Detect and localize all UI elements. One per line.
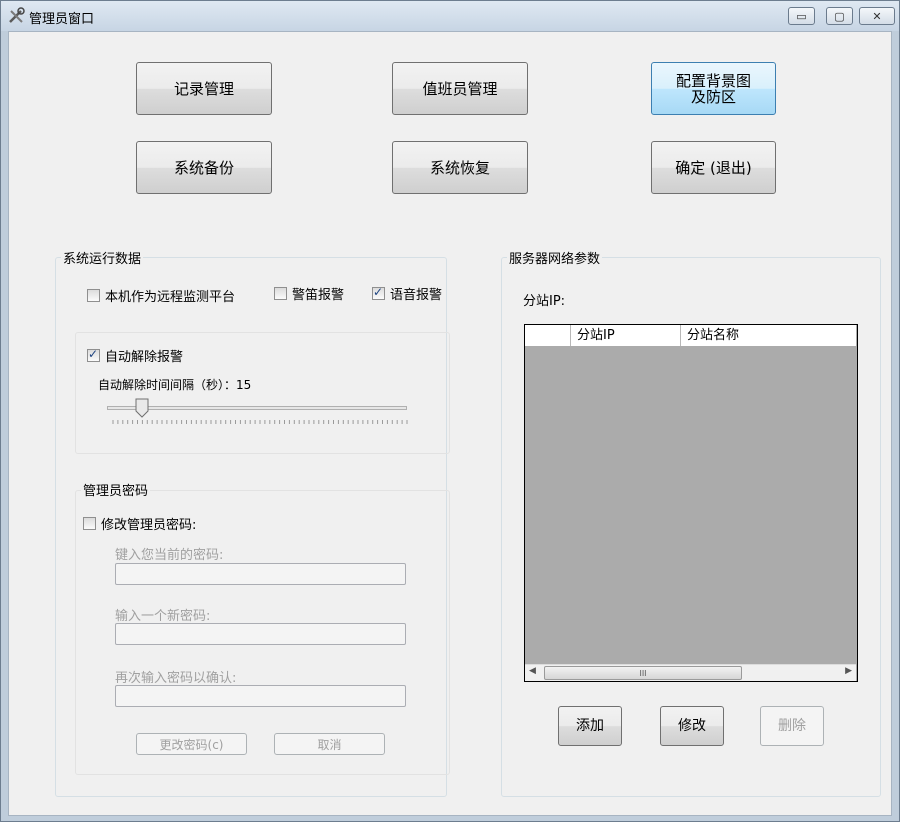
auto-clear-checkbox[interactable]: ✓ 自动解除报警 [87, 346, 183, 365]
delete-button[interactable]: 删除 [760, 706, 824, 746]
checkbox-box: ✓ [87, 347, 100, 362]
checkbox-box [83, 517, 96, 530]
column-header-row[interactable] [525, 325, 571, 346]
system-backup-button[interactable]: 系统备份 [136, 141, 272, 194]
record-management-button[interactable]: 记录管理 [136, 62, 272, 115]
duty-officer-management-button[interactable]: 值班员管理 [392, 62, 528, 115]
edit-button[interactable]: 修改 [660, 706, 724, 746]
modify-password-checkbox[interactable]: 修改管理员密码: [83, 514, 196, 533]
runtime-group-title: 系统运行数据 [61, 248, 144, 267]
confirm-exit-button[interactable]: 确定 (退出) [651, 141, 776, 194]
server-group-title: 服务器网络参数 [507, 248, 603, 267]
current-password-label: 键入您当前的密码: [115, 548, 224, 563]
window-title: 管理员窗口 [29, 12, 95, 27]
maximize-icon: ▢ [834, 9, 845, 23]
siren-alarm-checkbox[interactable]: 警笛报警 [274, 284, 344, 303]
change-password-button[interactable]: 更改密码(c) [136, 733, 247, 755]
scroll-grip: III [639, 668, 647, 678]
scroll-thumb[interactable]: III [544, 666, 742, 680]
checkbox-box [87, 289, 100, 302]
voice-alarm-checkbox[interactable]: ✓ 语音报警 [372, 284, 442, 303]
configure-background-button[interactable]: 配置背景图 及防区 [651, 62, 776, 115]
checkbox-box [274, 287, 287, 300]
voice-alarm-label: 语音报警 [390, 288, 443, 303]
horizontal-scrollbar[interactable]: ◀ III ▶ [525, 664, 856, 681]
checkmark-icon: ✓ [88, 347, 99, 361]
siren-alarm-label: 警笛报警 [292, 288, 345, 303]
minimize-button[interactable]: ▭ [788, 7, 815, 25]
remote-platform-checkbox[interactable]: 本机作为远程监测平台 [87, 286, 235, 305]
password-group-title: 管理员密码 [81, 480, 151, 499]
new-password-input[interactable] [115, 623, 406, 645]
table-header: 分站IP 分站名称 [525, 325, 856, 346]
checkbox-box: ✓ [372, 285, 385, 300]
confirm-password-input[interactable] [115, 685, 406, 707]
remote-platform-label: 本机作为远程监测平台 [105, 290, 236, 305]
checkmark-icon: ✓ [373, 285, 384, 299]
current-password-input[interactable] [115, 563, 406, 585]
admin-window: 管理员窗口 ▭ ▢ ✕ 记录管理 值班员管理 配置背景图 及防区 系统备份 系统… [0, 0, 900, 822]
system-restore-button[interactable]: 系统恢复 [392, 141, 528, 194]
tools-icon [9, 7, 25, 23]
scroll-right-icon[interactable]: ▶ [845, 666, 852, 676]
modify-password-label: 修改管理员密码: [101, 518, 197, 533]
close-icon: ✕ [872, 9, 882, 23]
minimize-icon: ▭ [796, 9, 807, 23]
column-header-ip[interactable]: 分站IP [571, 325, 681, 346]
scroll-left-icon[interactable]: ◀ [529, 666, 536, 676]
slider-ticks [112, 420, 408, 424]
new-password-label: 输入一个新密码: [115, 609, 211, 624]
close-button[interactable]: ✕ [859, 7, 895, 25]
maximize-button[interactable]: ▢ [826, 7, 853, 25]
auto-clear-label: 自动解除报警 [105, 350, 184, 365]
column-header-name[interactable]: 分站名称 [681, 325, 856, 346]
substation-table[interactable]: 分站IP 分站名称 ◀ III ▶ [524, 324, 858, 682]
confirm-password-label: 再次输入密码以确认: [115, 671, 237, 686]
cancel-password-button[interactable]: 取消 [274, 733, 385, 755]
add-button[interactable]: 添加 [558, 706, 622, 746]
interval-slider-track[interactable] [107, 406, 407, 410]
slider-thumb[interactable] [135, 398, 149, 418]
title-bar[interactable]: 管理员窗口 ▭ ▢ ✕ [1, 1, 899, 31]
substation-ip-label: 分站IP: [523, 294, 566, 309]
interval-label: 自动解除时间间隔（秒）：15 [98, 378, 252, 392]
client-area: 记录管理 值班员管理 配置背景图 及防区 系统备份 系统恢复 确定 (退出) 系… [8, 31, 892, 816]
